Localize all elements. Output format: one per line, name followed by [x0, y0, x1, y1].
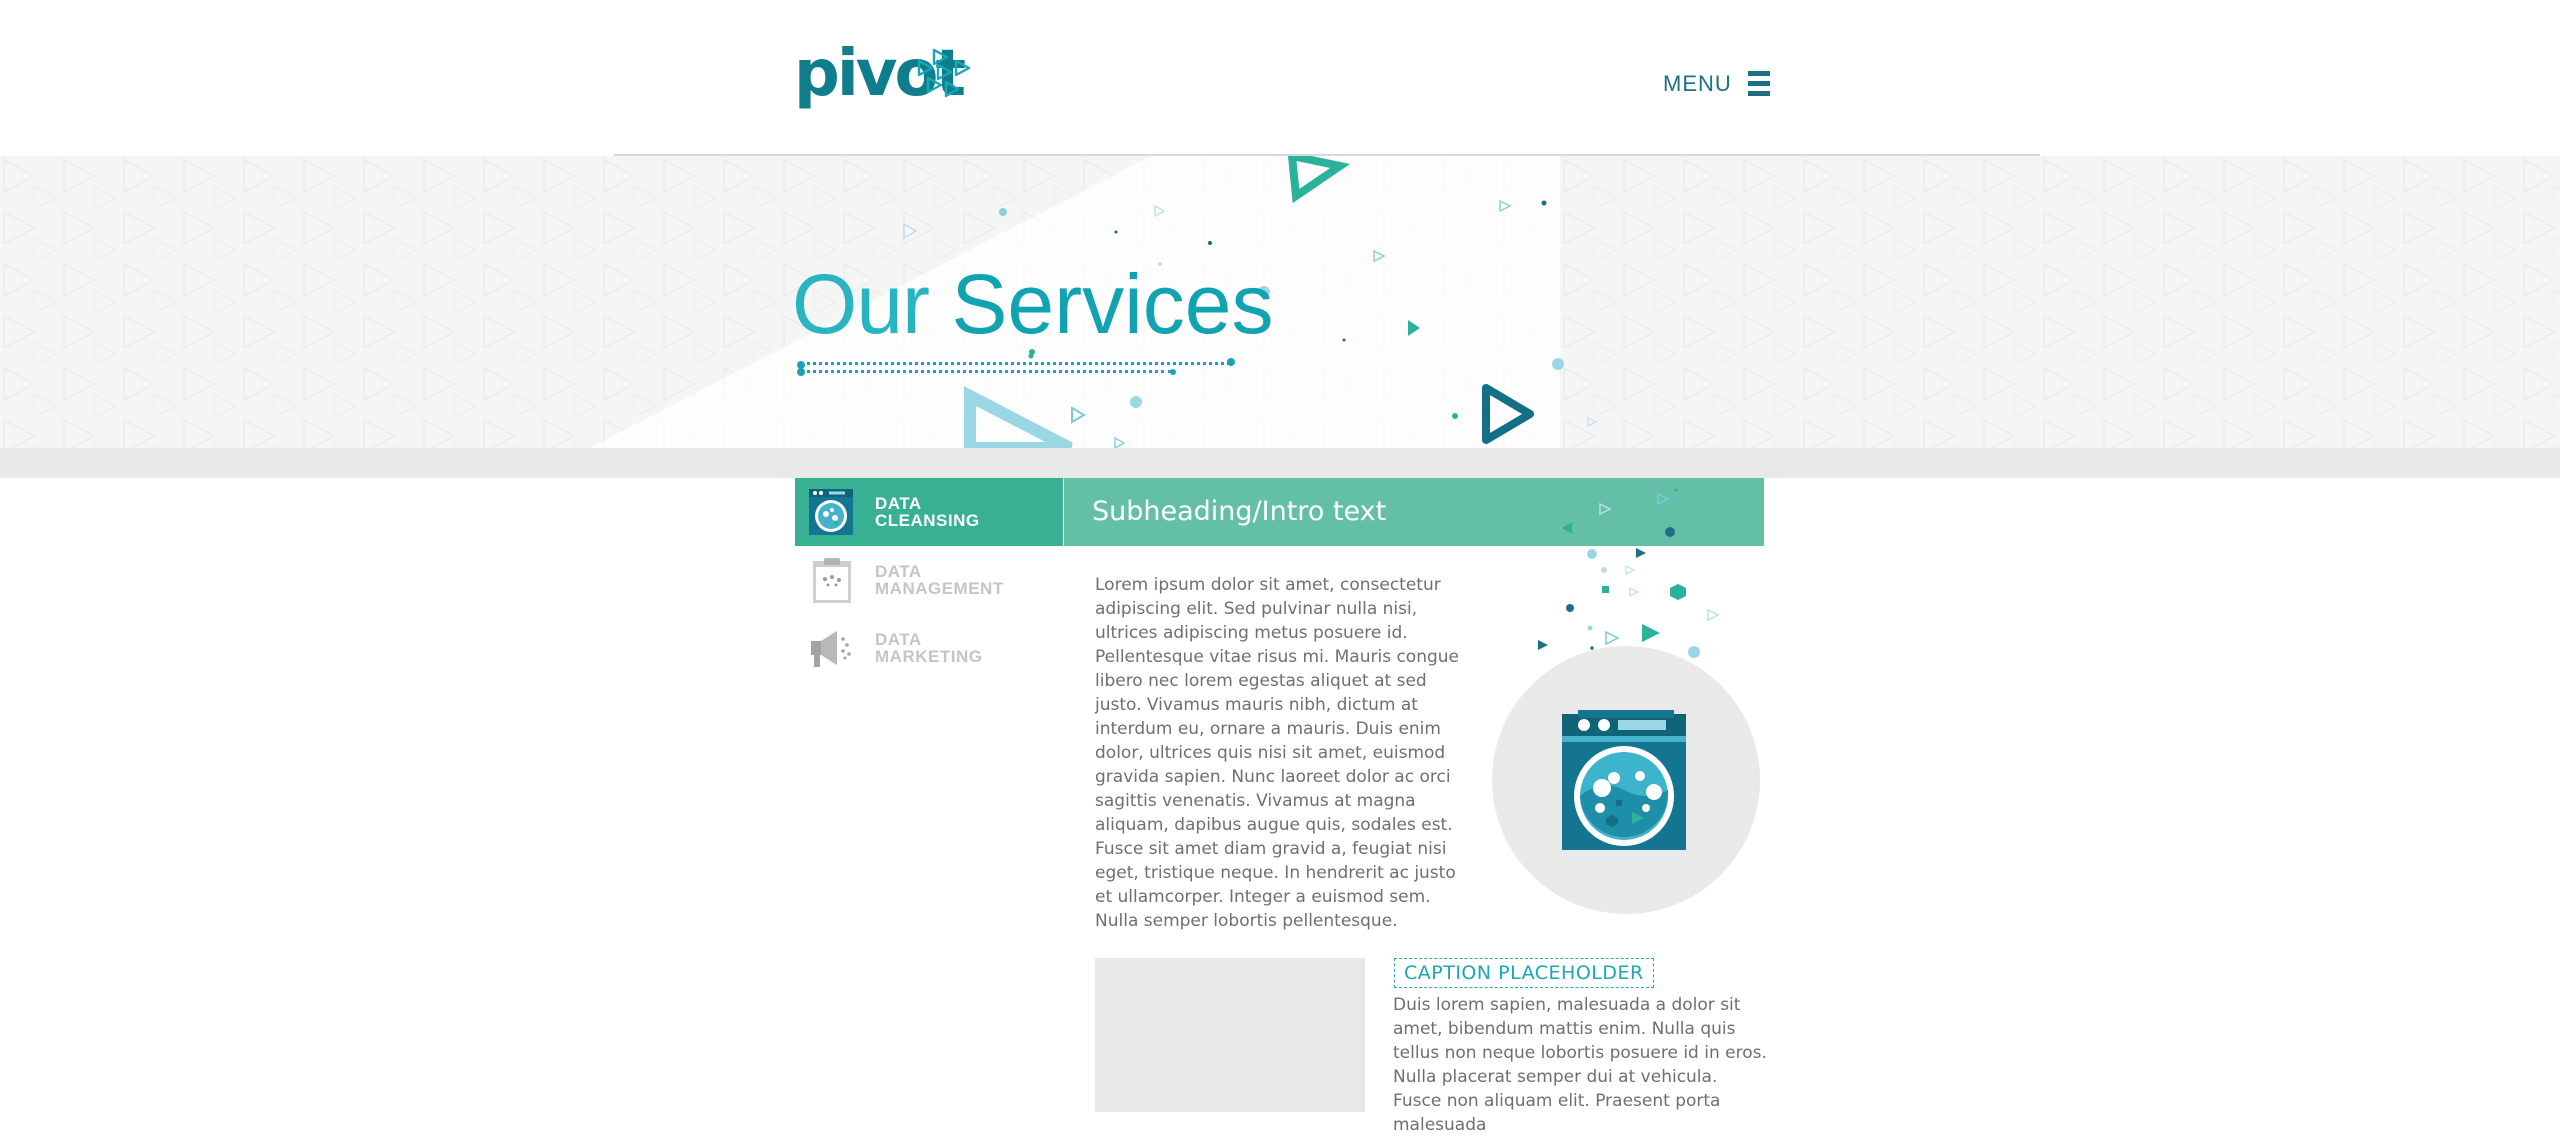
- intro-body-text: Lorem ipsum dolor sit amet, consectetur …: [1095, 575, 1459, 931]
- image-placeholder: [1095, 958, 1365, 1112]
- hero-banner: [0, 156, 2560, 448]
- page-title: Our Services: [792, 262, 1273, 346]
- page-title-services: Services: [951, 257, 1274, 351]
- sidebar-item-data-management[interactable]: DATA MANAGEMENT: [795, 546, 1063, 614]
- clipboard-icon: [813, 558, 851, 603]
- hamburger-icon: [1747, 71, 1770, 97]
- hero-bottom-band: [0, 448, 2560, 478]
- sidebar-item-label: DATA MARKETING: [875, 630, 983, 666]
- washing-machine-icon: [809, 489, 853, 535]
- logo-triangles-icon: [917, 48, 971, 98]
- data-cleansing-illustration: [1492, 488, 1760, 914]
- caption-placeholder: CAPTION PLACEHOLDER: [1394, 958, 1654, 988]
- hero-triangle-pattern: [0, 156, 2560, 448]
- services-sidebar: DATA CLEANSING DATA MANAGEMENT DATA MARK…: [795, 478, 1063, 682]
- site-header: pivot MENU: [0, 0, 2560, 155]
- menu-button[interactable]: MENU: [1663, 64, 1770, 104]
- pivot-logo[interactable]: pivot: [794, 42, 974, 118]
- sidebar-item-label: DATA CLEANSING: [875, 494, 980, 530]
- megaphone-icon: [811, 631, 851, 667]
- page-title-our: Our: [792, 257, 952, 351]
- sidebar-item-data-marketing[interactable]: DATA MARKETING: [795, 614, 1063, 682]
- menu-label: MENU: [1663, 71, 1732, 96]
- underline-end-dots: [797, 354, 1235, 376]
- sidebar-item-label: DATA MANAGEMENT: [875, 562, 1004, 598]
- caption-body-text: Duis lorem sapien, malesuada a dolor sit…: [1393, 995, 1767, 1135]
- subheading: Subheading/Intro text: [1092, 496, 1387, 527]
- sidebar-item-data-cleansing[interactable]: DATA CLEANSING: [795, 478, 1063, 546]
